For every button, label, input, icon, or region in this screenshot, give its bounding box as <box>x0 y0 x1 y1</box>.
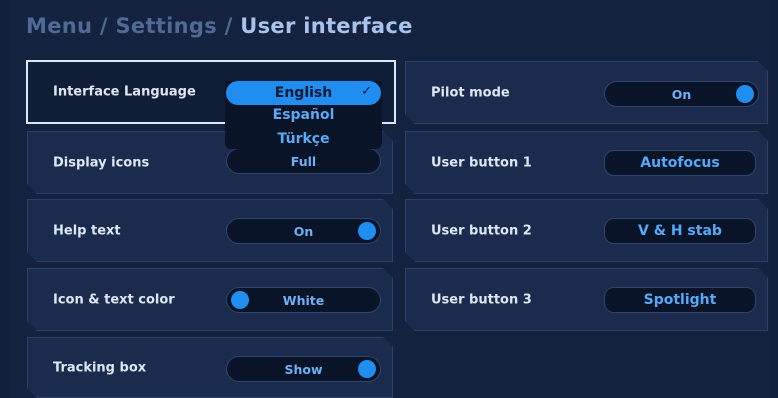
user-button-1-value[interactable]: Autofocus <box>604 150 756 176</box>
breadcrumb-separator: / <box>224 14 233 38</box>
language-option-espanol[interactable]: Español <box>225 107 382 123</box>
toggle-knob <box>736 85 754 103</box>
toggle-knob <box>358 222 376 240</box>
icon-text-color-toggle[interactable]: White <box>226 287 381 313</box>
user-button-3-value[interactable]: Spotlight <box>604 287 756 313</box>
language-option-selected[interactable]: English ✓ <box>226 81 381 105</box>
breadcrumb-separator: / <box>99 14 108 38</box>
tracking-box-toggle[interactable]: Show <box>226 356 381 382</box>
pilot-mode-label: Pilot mode <box>431 85 510 100</box>
check-icon: ✓ <box>361 84 372 99</box>
language-option-turkce[interactable]: Türkçe <box>225 131 382 147</box>
pilot-mode-value: On <box>671 86 692 102</box>
user-button-3-label: User button 3 <box>431 292 532 307</box>
display-icons-label: Display icons <box>53 155 150 170</box>
help-text-value: On <box>293 223 314 239</box>
help-text-label: Help text <box>53 223 121 238</box>
user-button-1-text: Autofocus <box>640 155 720 171</box>
display-icons-selector[interactable]: Full <box>226 148 381 174</box>
help-text-toggle[interactable]: On <box>226 218 381 244</box>
pilot-mode-toggle[interactable]: On <box>604 81 759 107</box>
toggle-knob <box>358 360 376 378</box>
language-option-english: English <box>274 85 333 101</box>
tracking-box-value: Show <box>284 361 323 377</box>
tracking-box-label: Tracking box <box>53 360 147 375</box>
user-button-1-label: User button 1 <box>431 155 532 170</box>
breadcrumb: Menu / Settings / User interface <box>26 14 413 38</box>
breadcrumb-menu[interactable]: Menu <box>26 14 92 38</box>
user-button-3-text: Spotlight <box>643 292 717 308</box>
breadcrumb-settings[interactable]: Settings <box>115 14 217 38</box>
icon-text-color-label: Icon & text color <box>53 292 175 307</box>
user-button-2-value[interactable]: V & H stab <box>604 218 756 244</box>
interface-language-label: Interface Language <box>53 84 196 100</box>
toggle-knob <box>231 291 249 309</box>
breadcrumb-current: User interface <box>240 14 413 38</box>
display-icons-value: Full <box>290 153 317 169</box>
user-button-2-label: User button 2 <box>431 223 532 238</box>
icon-text-color-value: White <box>282 292 325 308</box>
user-button-2-text: V & H stab <box>638 223 722 239</box>
